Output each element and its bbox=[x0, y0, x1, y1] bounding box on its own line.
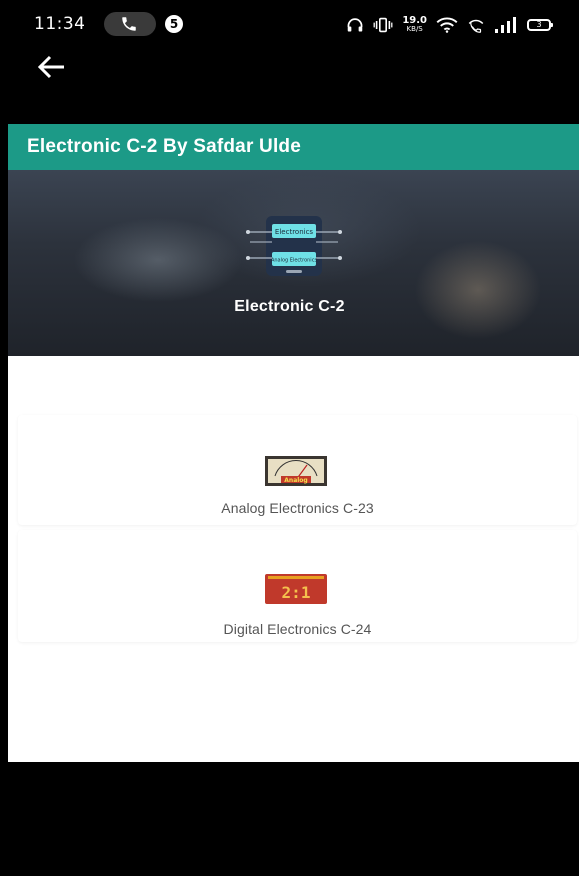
screen-edge bbox=[0, 124, 8, 876]
logo-bottom-text: Analog Electronics bbox=[271, 258, 318, 264]
arrow-back-icon bbox=[37, 55, 64, 79]
electronics-logo-icon: Electronics Analog Electronics bbox=[246, 216, 342, 276]
digital-electronics-label: Digital Electronics C-24 bbox=[223, 621, 372, 637]
app-screen: 11:34 5 19.0 KB/S 3 Electronic C-2 By Sa… bbox=[0, 0, 579, 876]
analog-electronics-label: Analog Electronics C-23 bbox=[221, 500, 374, 516]
header-banner: Electronics Analog Electronics Electroni… bbox=[8, 170, 579, 356]
network-speed-value: 19.0 bbox=[402, 15, 427, 26]
toolbar-title: Electronic C-2 By Safdar Ulde bbox=[27, 136, 301, 157]
phone-icon bbox=[122, 17, 136, 31]
network-speed: 19.0 KB/S bbox=[402, 16, 427, 34]
back-button[interactable] bbox=[34, 52, 70, 82]
ongoing-call-indicator[interactable] bbox=[104, 12, 156, 36]
vibrate-icon bbox=[373, 17, 393, 33]
network-speed-unit: KB/S bbox=[406, 25, 423, 33]
digital-display-icon: 2:1 bbox=[265, 574, 327, 604]
app-toolbar: Electronic C-2 By Safdar Ulde bbox=[8, 124, 579, 170]
list-item-analog-electronics[interactable]: Analog Analog Electronics C-23 bbox=[18, 415, 577, 525]
headphones-icon bbox=[347, 18, 363, 32]
battery-level: 3 bbox=[536, 20, 542, 29]
wifi-calling-icon bbox=[468, 19, 484, 33]
bottom-black-area bbox=[8, 762, 579, 876]
status-bar: 11:34 5 19.0 KB/S 3 bbox=[0, 0, 579, 52]
status-bar-area: 11:34 5 19.0 KB/S 3 bbox=[0, 0, 579, 124]
signal-strength-icon bbox=[495, 17, 516, 33]
notification-count-badge: 5 bbox=[165, 15, 183, 33]
status-icons: 19.0 KB/S 3 bbox=[346, 12, 553, 38]
status-time: 11:34 bbox=[34, 14, 86, 34]
digital-icon-text: 2:1 bbox=[282, 583, 311, 602]
list-item-digital-electronics[interactable]: 2:1 Digital Electronics C-24 bbox=[18, 530, 577, 642]
analog-icon-text: Analog bbox=[284, 477, 307, 484]
banner-title: Electronic C-2 bbox=[234, 298, 345, 315]
battery-icon: 3 bbox=[527, 19, 553, 31]
logo-top-text: Electronics bbox=[275, 228, 314, 236]
analog-meter-icon: Analog bbox=[265, 456, 327, 486]
wifi-icon bbox=[436, 17, 458, 33]
